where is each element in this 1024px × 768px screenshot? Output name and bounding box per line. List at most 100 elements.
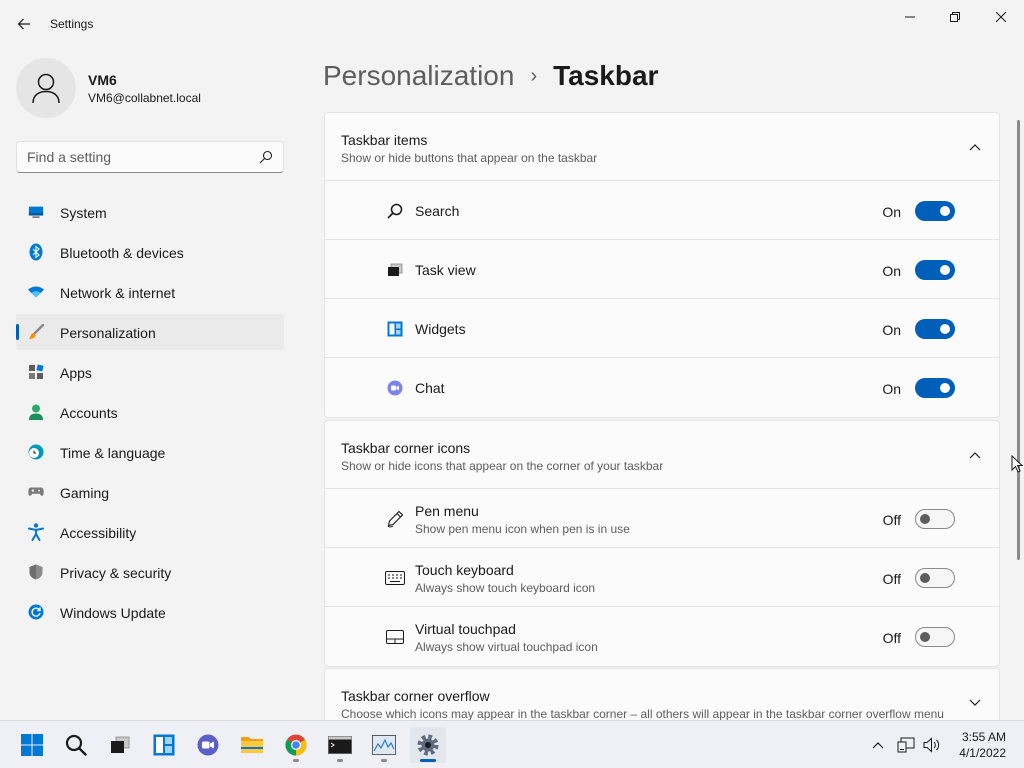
search-icon bbox=[65, 734, 87, 756]
keyboard-icon bbox=[385, 569, 405, 587]
brush-icon bbox=[28, 324, 44, 340]
terminal-icon bbox=[328, 736, 352, 754]
setting-label: Touch keyboard bbox=[415, 562, 514, 578]
chrome-icon bbox=[285, 734, 307, 756]
volume-tray-button[interactable] bbox=[922, 735, 942, 755]
sidebar-item-time-language[interactable]: Time & language bbox=[16, 434, 284, 470]
setting-label: Virtual touchpad bbox=[415, 621, 516, 637]
sidebar-item-network[interactable]: Network & internet bbox=[16, 274, 284, 310]
chevron-up-icon[interactable] bbox=[967, 447, 983, 463]
taskbar-resource-monitor-button[interactable] bbox=[366, 727, 402, 763]
taskbar-settings-button[interactable] bbox=[410, 727, 446, 763]
sidebar-item-label: Privacy & security bbox=[60, 565, 172, 581]
section-header[interactable]: Taskbar corner icons Show or hide icons … bbox=[325, 421, 999, 489]
setting-row-virtual-touchpad: Virtual touchpad Always show virtual tou… bbox=[325, 607, 999, 666]
sidebar-item-apps[interactable]: Apps bbox=[16, 354, 284, 390]
clock-date: 4/1/2022 bbox=[959, 746, 1006, 760]
breadcrumb-parent[interactable]: Personalization bbox=[323, 60, 514, 92]
settings-icon bbox=[417, 734, 439, 756]
scrollbar[interactable] bbox=[1017, 120, 1020, 560]
section-title: Taskbar items bbox=[341, 132, 428, 148]
wifi-icon bbox=[28, 284, 44, 300]
chevron-up-icon[interactable] bbox=[967, 139, 983, 155]
sidebar-item-windows-update[interactable]: Windows Update bbox=[16, 594, 284, 630]
toggle-state: On bbox=[882, 381, 901, 397]
search-icon bbox=[385, 202, 405, 220]
touchpad-icon bbox=[385, 628, 405, 646]
toggle-state: Off bbox=[882, 630, 901, 646]
search-box[interactable] bbox=[16, 141, 284, 173]
user-icon bbox=[32, 73, 60, 104]
title-bar: Settings bbox=[0, 0, 1024, 48]
touch-keyboard-toggle[interactable] bbox=[915, 568, 955, 588]
virtual-touchpad-toggle[interactable] bbox=[915, 627, 955, 647]
running-indicator bbox=[337, 759, 343, 762]
back-arrow-icon bbox=[17, 18, 30, 30]
mouse-cursor-icon bbox=[1011, 454, 1024, 478]
taskbar-chrome-button[interactable] bbox=[278, 727, 314, 763]
task-view-icon bbox=[385, 261, 405, 279]
gamepad-icon bbox=[28, 484, 44, 500]
back-button[interactable] bbox=[10, 12, 38, 36]
search-icon[interactable] bbox=[259, 150, 273, 169]
sidebar-item-personalization[interactable]: Personalization bbox=[16, 314, 284, 350]
toggle-state: Off bbox=[882, 571, 901, 587]
search-toggle[interactable] bbox=[915, 201, 955, 221]
setting-description: Always show virtual touchpad icon bbox=[415, 640, 598, 654]
taskbar-file-explorer-button[interactable] bbox=[234, 727, 270, 763]
close-button[interactable] bbox=[978, 4, 1024, 30]
section-title: Taskbar corner icons bbox=[341, 440, 471, 456]
taskbar-corner-overflow-section: Taskbar corner overflow Choose which ico… bbox=[324, 668, 1000, 728]
section-subtitle: Choose which icons may appear in the tas… bbox=[341, 707, 944, 721]
sidebar-item-system[interactable]: System bbox=[16, 194, 284, 230]
widgets-icon bbox=[153, 734, 175, 756]
restore-button[interactable] bbox=[932, 4, 978, 30]
show-hidden-icons-button[interactable] bbox=[868, 735, 888, 755]
pen-icon bbox=[385, 510, 405, 528]
toggle-state: On bbox=[882, 322, 901, 338]
setting-row-pen-menu: Pen menu Show pen menu icon when pen is … bbox=[325, 489, 999, 548]
sidebar-item-label: Personalization bbox=[60, 325, 156, 341]
search-input[interactable] bbox=[27, 149, 247, 165]
start-button[interactable] bbox=[14, 727, 50, 763]
task-view-toggle[interactable] bbox=[915, 260, 955, 280]
section-subtitle: Show or hide icons that appear on the co… bbox=[341, 459, 664, 473]
setting-row-chat: Chat On bbox=[325, 358, 999, 417]
minimize-button[interactable] bbox=[887, 4, 933, 30]
avatar[interactable] bbox=[16, 58, 76, 118]
volume-icon bbox=[923, 737, 940, 753]
widgets-toggle[interactable] bbox=[915, 319, 955, 339]
sidebar-item-accounts[interactable]: Accounts bbox=[16, 394, 284, 430]
taskbar-terminal-button[interactable] bbox=[322, 727, 358, 763]
widgets-icon bbox=[385, 320, 405, 338]
chevron-down-icon[interactable] bbox=[967, 695, 983, 711]
taskbar-chat-button[interactable] bbox=[190, 727, 226, 763]
chat-toggle[interactable] bbox=[915, 378, 955, 398]
section-subtitle: Show or hide buttons that appear on the … bbox=[341, 151, 598, 165]
resource-monitor-icon bbox=[372, 735, 396, 755]
sidebar-item-bluetooth[interactable]: Bluetooth & devices bbox=[16, 234, 284, 270]
sidebar-item-accessibility[interactable]: Accessibility bbox=[16, 514, 284, 550]
network-tray-button[interactable] bbox=[896, 735, 916, 755]
user-name: VM6 bbox=[88, 72, 117, 88]
active-indicator bbox=[420, 759, 436, 762]
sidebar-nav: System Bluetooth & devices Network & int… bbox=[16, 194, 284, 634]
taskbar-corner-icons-section: Taskbar corner icons Show or hide icons … bbox=[324, 420, 1000, 667]
running-indicator bbox=[293, 759, 299, 762]
sidebar-item-label: System bbox=[60, 205, 107, 221]
apps-icon bbox=[28, 364, 44, 380]
sidebar-item-gaming[interactable]: Gaming bbox=[16, 474, 284, 510]
chat-icon bbox=[385, 379, 405, 397]
chat-icon bbox=[197, 734, 219, 756]
sidebar-item-label: Apps bbox=[60, 365, 92, 381]
taskbar-items-section: Taskbar items Show or hide buttons that … bbox=[324, 112, 1000, 418]
chevron-up-icon bbox=[872, 742, 884, 749]
taskbar-widgets-button[interactable] bbox=[146, 727, 182, 763]
taskbar-task-view-button[interactable] bbox=[102, 727, 138, 763]
section-header[interactable]: Taskbar items Show or hide buttons that … bbox=[325, 113, 999, 181]
clock[interactable]: 3:55 AM 4/1/2022 bbox=[959, 729, 1006, 761]
taskbar-search-button[interactable] bbox=[58, 727, 94, 763]
pen-menu-toggle[interactable] bbox=[915, 509, 955, 529]
sidebar-item-label: Accounts bbox=[60, 405, 118, 421]
sidebar-item-privacy[interactable]: Privacy & security bbox=[16, 554, 284, 590]
